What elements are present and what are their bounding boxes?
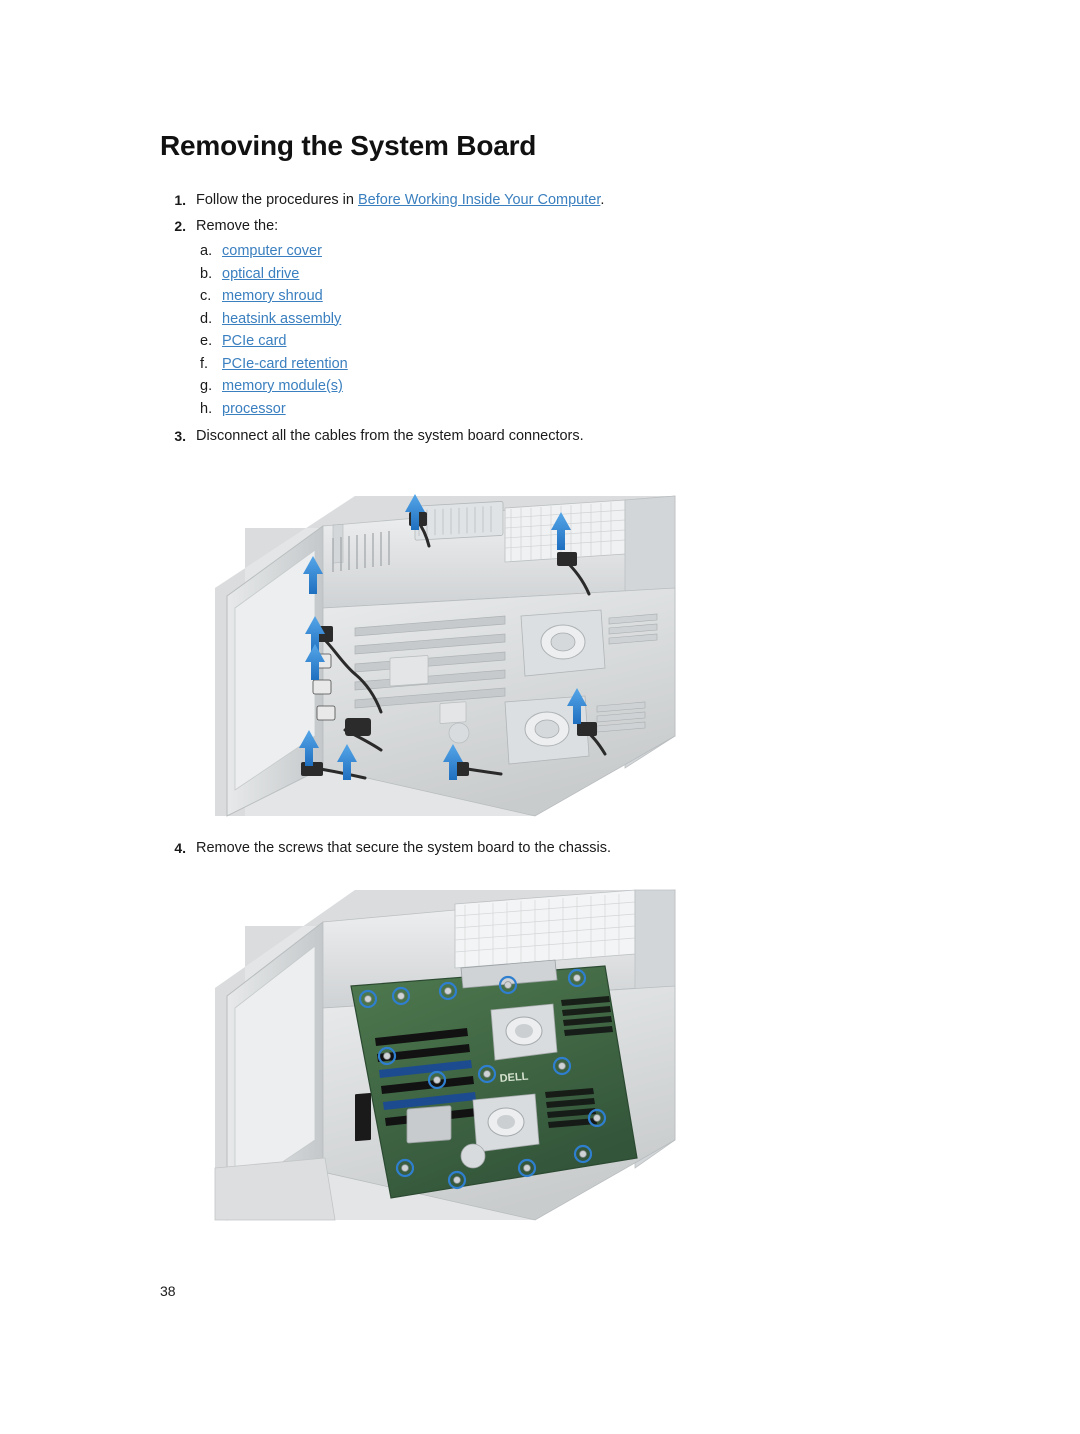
step-1-text-after: . [600, 192, 605, 208]
step-1-text: Follow the procedures in Before Working … [196, 188, 920, 212]
list-item: d. heatsink assembly [196, 308, 920, 331]
step-4: 4. Remove the screws that secure the sys… [160, 836, 920, 860]
figure-cables-disconnect [205, 468, 705, 835]
link-pcie-card-retention[interactable]: PCIe-card retention [222, 353, 348, 376]
sublist-letter: c. [200, 288, 212, 304]
sublist-letter: e. [200, 333, 213, 349]
step-1-number: 1. [174, 192, 186, 208]
sublist-letter: b. [200, 265, 213, 282]
sublist-letter: d. [200, 310, 213, 327]
page-title: Removing the System Board [160, 130, 537, 161]
list-item: c. memory shroud [196, 285, 920, 308]
step-4-text: Remove the screws that secure the system… [196, 840, 612, 856]
list-item: h. processor [196, 398, 920, 421]
sublist-letter: f. [200, 355, 209, 372]
step-3-number: 3. [174, 428, 186, 444]
svg-text:DELL: DELL [499, 1071, 529, 1085]
step-2: 2. Remove the: [160, 214, 920, 238]
link-before-working-inside-your-computer[interactable]: Before Working Inside Your Computer [358, 192, 600, 208]
step-2-text: Remove the: [196, 218, 279, 234]
step-3: 3. Disconnect all the cables from the sy… [160, 424, 920, 448]
page-content: Removing the System Board 1. Follow the … [160, 130, 920, 450]
step-3-text: Disconnect all the cables from the syste… [196, 428, 584, 444]
link-memory-shroud[interactable]: memory shroud [222, 285, 323, 308]
list-item: a. computer cover [196, 240, 920, 263]
list-item: g. memory module(s) [196, 375, 920, 398]
link-pcie-card[interactable]: PCIe card [222, 330, 286, 353]
link-processor[interactable]: processor [222, 398, 286, 421]
link-computer-cover[interactable]: computer cover [222, 240, 322, 263]
figure-system-board-screws: DELL [205, 868, 705, 1241]
sublist-letter: g. [200, 378, 213, 394]
step-1: 1. Follow the procedures in Before Worki… [160, 188, 920, 212]
step-4-number: 4. [174, 840, 186, 856]
sublist-letter: a. [200, 243, 213, 259]
step-2-number: 2. [174, 218, 186, 234]
link-optical-drive[interactable]: optical drive [222, 263, 299, 286]
document-page: Removing the System Board 1. Follow the … [0, 0, 1080, 1434]
list-item: b. optical drive [196, 263, 920, 286]
link-heatsink-assembly[interactable]: heatsink assembly [222, 308, 341, 331]
sublist-letter: h. [200, 400, 213, 417]
link-memory-modules[interactable]: memory module(s) [222, 375, 343, 398]
step-2-sublist: a. computer cover b. optical drive c. me… [160, 240, 920, 420]
step-1-text-before: Follow the procedures in [196, 192, 358, 208]
list-item: e. PCIe card [196, 330, 920, 353]
list-item: f. PCIe-card retention [196, 353, 920, 376]
page-number: 38 [160, 1283, 176, 1299]
